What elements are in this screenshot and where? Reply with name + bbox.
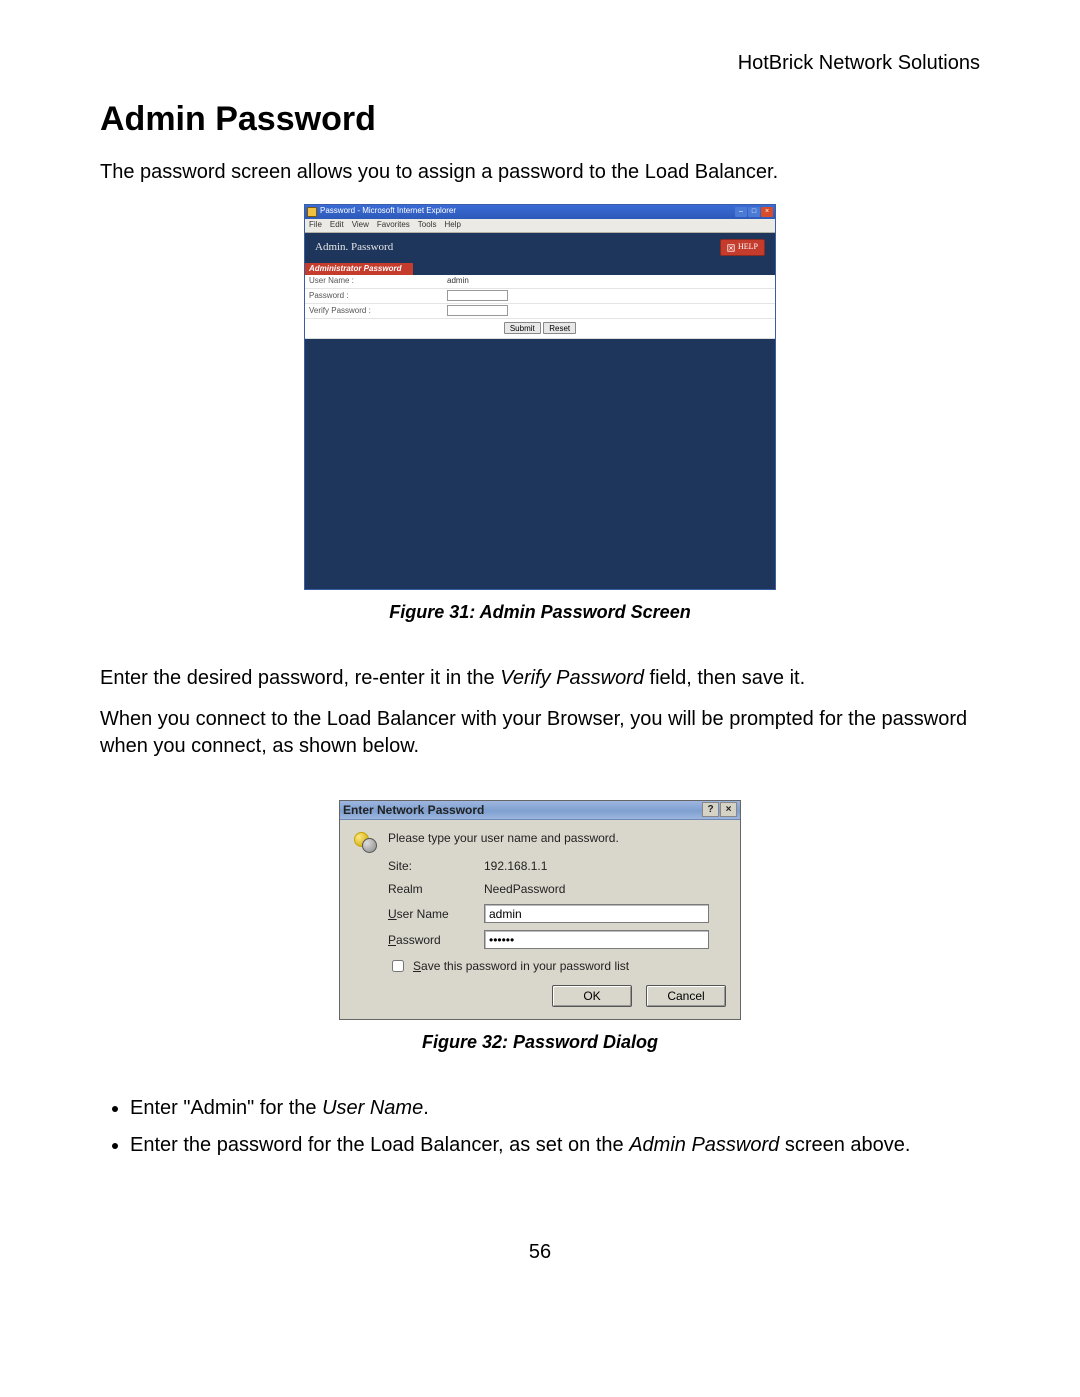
text: Enter the desired password, re-enter it … bbox=[100, 667, 500, 689]
ie-window: Password - Microsoft Internet Explorer –… bbox=[304, 204, 776, 590]
realm-label: Realm bbox=[388, 881, 478, 897]
figure-31-caption: Figure 31: Admin Password Screen bbox=[100, 600, 980, 624]
site-value: 192.168.1.1 bbox=[484, 858, 726, 874]
site-label: Site: bbox=[388, 858, 478, 874]
document-page: HotBrick Network Solutions Admin Passwor… bbox=[0, 0, 1080, 1326]
panel-title: Admin. Password bbox=[315, 240, 393, 255]
intro-paragraph: The password screen allows you to assign… bbox=[100, 159, 980, 186]
verify-password-label: Verify Password : bbox=[305, 304, 443, 319]
verify-password-input[interactable] bbox=[447, 305, 508, 316]
submit-button[interactable]: Submit bbox=[504, 322, 541, 334]
paragraph-connect: When you connect to the Load Balancer wi… bbox=[100, 706, 980, 760]
ie-body-background bbox=[305, 339, 775, 589]
password-form: User Name : admin Password : Verify Pass… bbox=[305, 275, 775, 318]
keys-icon bbox=[354, 830, 388, 854]
figure-32-caption: Figure 32: Password Dialog bbox=[100, 1030, 980, 1054]
text: . bbox=[423, 1097, 429, 1119]
menu-help[interactable]: Help bbox=[444, 220, 460, 231]
menu-favorites[interactable]: Favorites bbox=[377, 220, 410, 231]
help-button[interactable]: HELP bbox=[720, 239, 765, 256]
password-dialog: Enter Network Password ? × Please type y… bbox=[339, 800, 741, 1021]
text: screen above. bbox=[779, 1134, 910, 1156]
header-company: HotBrick Network Solutions bbox=[100, 50, 980, 77]
text-em: User Name bbox=[322, 1097, 423, 1119]
menu-edit[interactable]: Edit bbox=[330, 220, 344, 231]
ie-titlebar: Password - Microsoft Internet Explorer –… bbox=[305, 205, 775, 219]
text: Enter the password for the Load Balancer… bbox=[130, 1134, 629, 1156]
save-password-check[interactable]: Save this password in your password list bbox=[388, 957, 726, 975]
ie-window-title: Password - Microsoft Internet Explorer bbox=[320, 206, 456, 217]
figure-32: Enter Network Password ? × Please type y… bbox=[100, 800, 980, 1021]
password-input[interactable] bbox=[447, 290, 508, 301]
list-item: Enter "Admin" for the User Name. bbox=[130, 1095, 980, 1122]
password-label: Password bbox=[388, 932, 478, 948]
username-label: User Name : bbox=[305, 275, 443, 288]
page-number: 56 bbox=[100, 1239, 980, 1266]
dialog-close-button[interactable]: × bbox=[720, 802, 737, 817]
realm-value: NeedPassword bbox=[484, 881, 726, 897]
list-item: Enter the password for the Load Balancer… bbox=[130, 1132, 980, 1159]
text: S bbox=[413, 959, 421, 973]
menu-file[interactable]: File bbox=[309, 220, 322, 231]
text: ave this password in your password list bbox=[421, 959, 629, 973]
username-value: admin bbox=[443, 275, 775, 288]
dialog-title: Enter Network Password bbox=[343, 802, 484, 818]
menu-view[interactable]: View bbox=[352, 220, 369, 231]
paragraph-verify: Enter the desired password, re-enter it … bbox=[100, 665, 980, 692]
dialog-help-button[interactable]: ? bbox=[702, 802, 719, 817]
page-title: Admin Password bbox=[100, 97, 980, 143]
text: Enter "Admin" for the bbox=[130, 1097, 322, 1119]
cancel-button[interactable]: Cancel bbox=[646, 985, 726, 1007]
dialog-prompt: Please type your user name and password. bbox=[388, 830, 726, 846]
close-button[interactable]: × bbox=[761, 207, 773, 217]
text: field, then save it. bbox=[644, 667, 805, 689]
save-password-checkbox[interactable] bbox=[392, 960, 404, 972]
figure-31: Password - Microsoft Internet Explorer –… bbox=[100, 204, 980, 590]
section-header: Administrator Password bbox=[305, 263, 413, 276]
username-input[interactable] bbox=[484, 904, 709, 923]
ie-menubar: File Edit View Favorites Tools Help bbox=[305, 219, 775, 233]
text-em: Verify Password bbox=[500, 667, 644, 689]
help-label: HELP bbox=[738, 242, 758, 253]
minimize-button[interactable]: – bbox=[735, 207, 747, 217]
ie-icon bbox=[307, 207, 317, 217]
window-buttons: – □ × bbox=[735, 207, 773, 217]
help-icon bbox=[727, 244, 735, 252]
maximize-button[interactable]: □ bbox=[748, 207, 760, 217]
password-input[interactable] bbox=[484, 930, 709, 949]
panel-title-bar: Admin. Password HELP bbox=[305, 233, 775, 263]
form-buttons: Submit Reset bbox=[305, 319, 775, 340]
dialog-body: Please type your user name and password.… bbox=[340, 820, 740, 1020]
password-label: Password : bbox=[305, 289, 443, 304]
dialog-titlebar: Enter Network Password ? × bbox=[340, 801, 740, 820]
instruction-list: Enter "Admin" for the User Name. Enter t… bbox=[130, 1095, 980, 1159]
reset-button[interactable]: Reset bbox=[543, 322, 576, 334]
menu-tools[interactable]: Tools bbox=[418, 220, 437, 231]
username-label: User Name bbox=[388, 906, 478, 922]
ok-button[interactable]: OK bbox=[552, 985, 632, 1007]
text-em: Admin Password bbox=[629, 1134, 779, 1156]
